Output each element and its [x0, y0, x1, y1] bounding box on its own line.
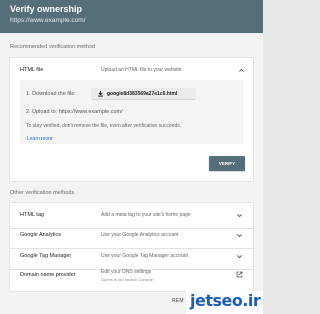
method-title: Domain name provider: [20, 272, 76, 278]
open-in-new-icon[interactable]: [236, 271, 243, 278]
verify-button-label: VERIFY: [218, 161, 236, 166]
download-icon: [98, 90, 103, 97]
property-url: https://www.example.com/: [10, 17, 86, 24]
step-1-label: 1. Download the file:: [26, 91, 76, 97]
method-title: Google Analytics: [20, 232, 61, 238]
step-2-label: 2. Upload to: https://www.example.com/: [26, 109, 123, 115]
remove-button[interactable]: REM: [172, 298, 184, 304]
method-desc: Add a meta tag to your site's home page: [101, 212, 191, 218]
download-file-button[interactable]: google8d383569a27e1c6.html: [92, 88, 195, 99]
other-methods-section-label: Other verification methods: [10, 190, 75, 196]
stay-verified-note: To stay verified, don't remove the file,…: [26, 123, 182, 129]
html-file-desc: Upload an HTML file to your website: [101, 67, 182, 73]
learn-more-link[interactable]: Learn more: [27, 136, 53, 142]
download-filename: google8d383569a27e1c6.html: [107, 90, 178, 97]
method-desc: Use your Google Analytics account: [101, 232, 179, 238]
chevron-up-icon[interactable]: [238, 67, 245, 74]
method-desc: Edit your DNS settings: [101, 269, 152, 275]
method-title: Google Tag Manager: [20, 253, 72, 259]
method-row-domain-name-provider[interactable]: Domain name provider Edit your DNS setti…: [10, 264, 253, 291]
watermark-logo: jetseo.ir: [186, 291, 263, 314]
chevron-down-icon[interactable]: [236, 253, 243, 260]
dialog-header: Verify ownership https://www.example.com…: [0, 0, 263, 33]
dialog-title: Verify ownership: [10, 4, 83, 14]
recommended-section-label: Recommended verification method: [10, 44, 95, 50]
method-desc: Use your Google Tag Manager account: [101, 253, 188, 259]
html-file-title: HTML file: [20, 67, 44, 73]
watermark-text: jetseo.ir: [190, 291, 261, 310]
verify-button[interactable]: VERIFY: [209, 156, 245, 171]
chevron-down-icon[interactable]: [236, 212, 243, 219]
method-title: HTML tag: [20, 212, 44, 218]
verify-ownership-dialog: Verify ownership https://www.example.com…: [0, 0, 263, 314]
html-file-steps-panel: 1. Download the file: google8d383569a27e…: [20, 80, 243, 144]
other-methods-card: HTML tag Add a meta tag to your site's h…: [10, 203, 253, 291]
recommended-method-card: HTML file Upload an HTML file to your we…: [10, 58, 253, 181]
chevron-down-icon[interactable]: [236, 232, 243, 239]
method-subdesc: Opens in old Search Console: [101, 277, 154, 282]
